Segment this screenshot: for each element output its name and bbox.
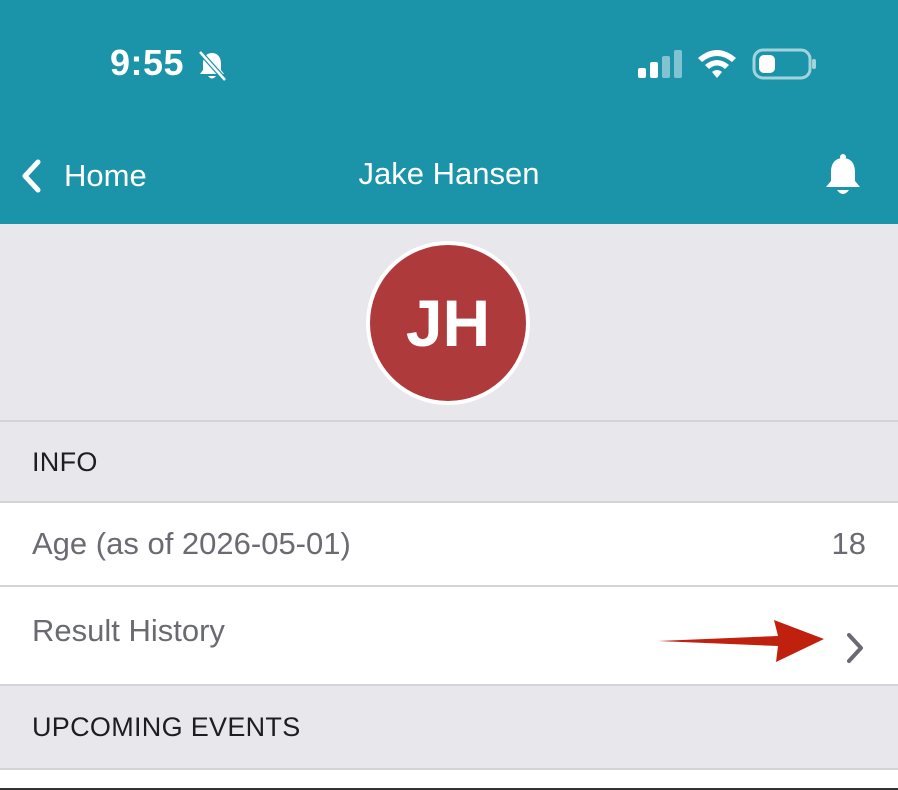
annotation-arrow-icon	[658, 620, 824, 662]
wifi-icon	[698, 50, 736, 78]
avatar: JH	[366, 241, 530, 405]
result-history-label: Result History	[32, 613, 225, 648]
cellular-signal-icon	[638, 50, 682, 78]
profile-area: JH	[0, 224, 898, 422]
section-header-upcoming-events: UPCOMING EVENTS	[0, 687, 898, 767]
age-row: Age (as of 2026-05-01) 18	[0, 501, 898, 585]
battery-icon	[752, 48, 816, 80]
bell-icon[interactable]	[822, 152, 864, 198]
bell-slash-icon	[198, 50, 227, 82]
section-header-info: INFO	[0, 422, 898, 502]
chevron-right-icon	[847, 633, 863, 663]
page-title: Jake Hansen	[358, 156, 540, 191]
upcoming-events-list	[0, 768, 898, 790]
age-label: Age (as of 2026-05-01)	[32, 526, 351, 561]
app-header: 9:55 Home Jake Hansen	[0, 0, 898, 224]
age-value: 18	[831, 526, 866, 561]
status-time: 9:55	[110, 42, 185, 83]
